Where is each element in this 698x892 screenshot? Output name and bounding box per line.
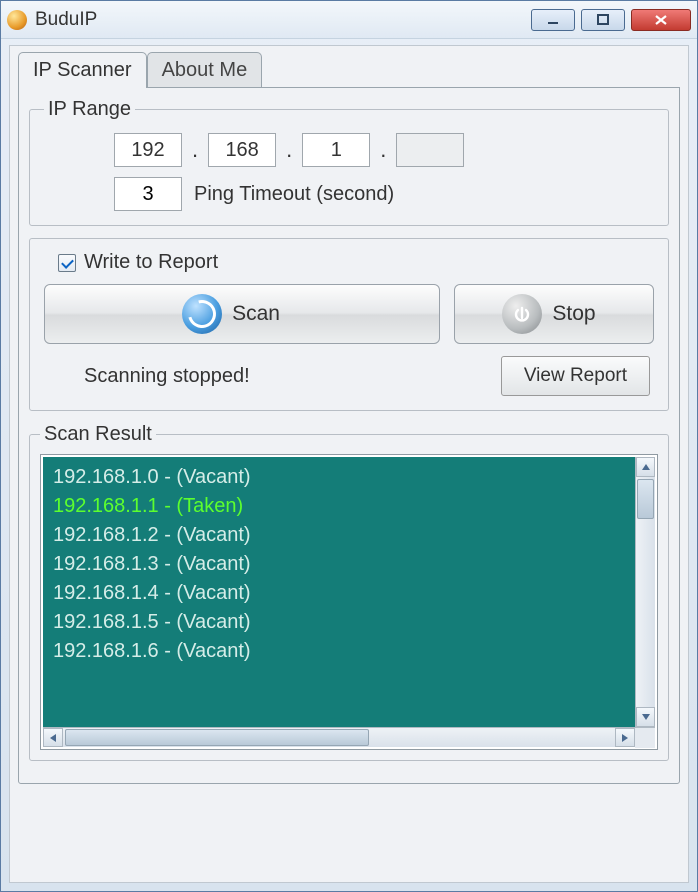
ip-octet-1[interactable] [114,133,182,167]
arrow-left-icon [49,733,57,743]
result-row[interactable]: 192.168.1.0 - (Vacant) [53,463,625,492]
tab-about-me[interactable]: About Me [147,52,263,88]
result-row[interactable]: 192.168.1.2 - (Vacant) [53,521,625,550]
scan-button-label: Scan [232,302,280,326]
write-report-checkbox[interactable] [58,254,76,272]
view-report-button[interactable]: View Report [501,356,650,396]
tab-strip: IP Scanner About Me [10,46,688,88]
result-row[interactable]: 192.168.1.6 - (Vacant) [53,637,625,666]
scroll-left-button[interactable] [43,728,63,747]
vertical-scrollbar[interactable] [635,457,655,727]
scan-button[interactable]: Scan [44,284,440,344]
refresh-icon [180,292,224,336]
arrow-down-icon [641,713,651,721]
app-window: BuduIP IP Scanner About Me I [0,0,698,892]
ip-octet-4 [396,133,464,167]
group-scan-controls: Write to Report Scan [29,238,669,411]
maximize-button[interactable] [581,9,625,31]
horizontal-scrollbar[interactable] [43,727,655,747]
status-row: Scanning stopped! View Report [44,356,654,396]
scroll-thumb[interactable] [637,479,654,519]
window-buttons [531,9,691,31]
tabpage-scanner: IP Range . . . Ping Timeout (second) [18,87,680,784]
group-scan-result: Scan Result 192.168.1.0 - (Vacant)192.16… [29,423,669,761]
app-icon [7,10,27,30]
ip-dot: . [188,137,202,167]
scan-button-row: Scan Stop [44,284,654,344]
write-report-label: Write to Report [84,251,218,274]
scroll-up-button[interactable] [636,457,655,477]
ip-octet-3[interactable] [302,133,370,167]
ip-dot: . [282,137,296,167]
stop-icon [500,292,544,336]
scroll-down-button[interactable] [636,707,655,727]
ip-octet-row: . . . [114,133,654,167]
result-row[interactable]: 192.168.1.1 - (Taken) [53,492,625,521]
minimize-icon [546,13,560,27]
scroll-corner [635,728,655,748]
ping-timeout-input[interactable] [114,177,182,211]
write-report-row: Write to Report [58,251,654,274]
group-ip-range: IP Range . . . Ping Timeout (second) [29,98,669,226]
stop-button-label: Stop [552,302,595,326]
result-row[interactable]: 192.168.1.4 - (Vacant) [53,579,625,608]
client-area: IP Scanner About Me IP Range . . . Pin [9,45,689,883]
result-row[interactable]: 192.168.1.3 - (Vacant) [53,550,625,579]
scroll-right-button[interactable] [615,728,635,747]
tab-ip-scanner[interactable]: IP Scanner [18,52,147,88]
result-row[interactable]: 192.168.1.5 - (Vacant) [53,608,625,637]
hscroll-thumb[interactable] [65,729,369,746]
stop-button[interactable]: Stop [454,284,654,344]
result-list[interactable]: 192.168.1.0 - (Vacant)192.168.1.1 - (Tak… [43,457,635,727]
window-title: BuduIP [35,9,531,31]
close-button[interactable] [631,9,691,31]
ip-range-legend: IP Range [44,98,135,121]
result-area: 192.168.1.0 - (Vacant)192.168.1.1 - (Tak… [43,457,655,727]
maximize-icon [596,13,610,27]
titlebar: BuduIP [1,1,697,39]
close-icon [653,13,669,27]
result-container: 192.168.1.0 - (Vacant)192.168.1.1 - (Tak… [40,454,658,750]
timeout-row: Ping Timeout (second) [114,177,654,211]
arrow-right-icon [621,733,629,743]
ip-octet-2[interactable] [208,133,276,167]
arrow-up-icon [641,463,651,471]
scan-result-legend: Scan Result [40,423,156,446]
hscroll-track[interactable] [63,728,615,747]
ping-timeout-label: Ping Timeout (second) [194,183,394,206]
scroll-track[interactable] [636,477,655,707]
minimize-button[interactable] [531,9,575,31]
ip-dot: . [376,137,390,167]
status-text: Scanning stopped! [84,365,250,388]
